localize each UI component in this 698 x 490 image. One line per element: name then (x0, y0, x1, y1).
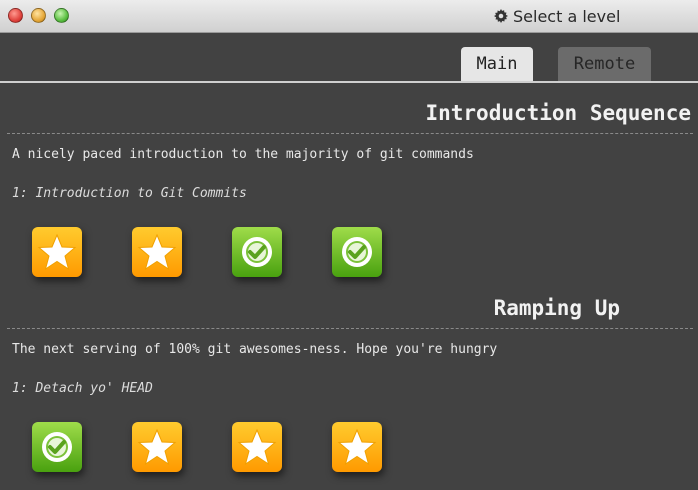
check-icon (42, 432, 72, 462)
section-title-introduction: Introduction Sequence (425, 101, 691, 125)
level-4-button[interactable] (332, 227, 382, 277)
window-title-text: Select a level (513, 6, 621, 26)
close-window-button[interactable] (8, 8, 23, 23)
section-divider (7, 328, 693, 329)
level-3-button[interactable] (232, 227, 282, 277)
gear-icon (494, 9, 508, 23)
window-title: Select a level (494, 6, 620, 26)
level-2-button[interactable] (132, 227, 182, 277)
star-icon (337, 428, 377, 466)
level-1-button[interactable] (32, 227, 82, 277)
level-icon-row (32, 422, 382, 472)
section-title-ramping-up: Ramping Up (493, 296, 620, 320)
tab-divider (0, 81, 698, 83)
tab-remote[interactable]: Remote (558, 47, 651, 81)
level-1-button[interactable] (32, 422, 82, 472)
section-divider (7, 133, 693, 134)
level-3-button[interactable] (232, 422, 282, 472)
minimize-window-button[interactable] (31, 8, 46, 23)
level-4-button[interactable] (332, 422, 382, 472)
star-icon (37, 233, 77, 271)
star-icon (137, 233, 177, 271)
star-icon (237, 428, 277, 466)
section-description: A nicely paced introduction to the major… (12, 147, 474, 162)
maximize-window-button[interactable] (54, 8, 69, 23)
selected-level-name: 1: Detach yo' HEAD (12, 381, 153, 396)
window-titlebar: Select a level (0, 0, 698, 33)
tab-main[interactable]: Main (461, 47, 533, 81)
check-icon (242, 237, 272, 267)
selected-level-name: 1: Introduction to Git Commits (12, 186, 247, 201)
section-description: The next serving of 100% git awesomes-ne… (12, 342, 498, 357)
level-2-button[interactable] (132, 422, 182, 472)
star-icon (137, 428, 177, 466)
check-icon (342, 237, 372, 267)
level-icon-row (32, 227, 382, 277)
